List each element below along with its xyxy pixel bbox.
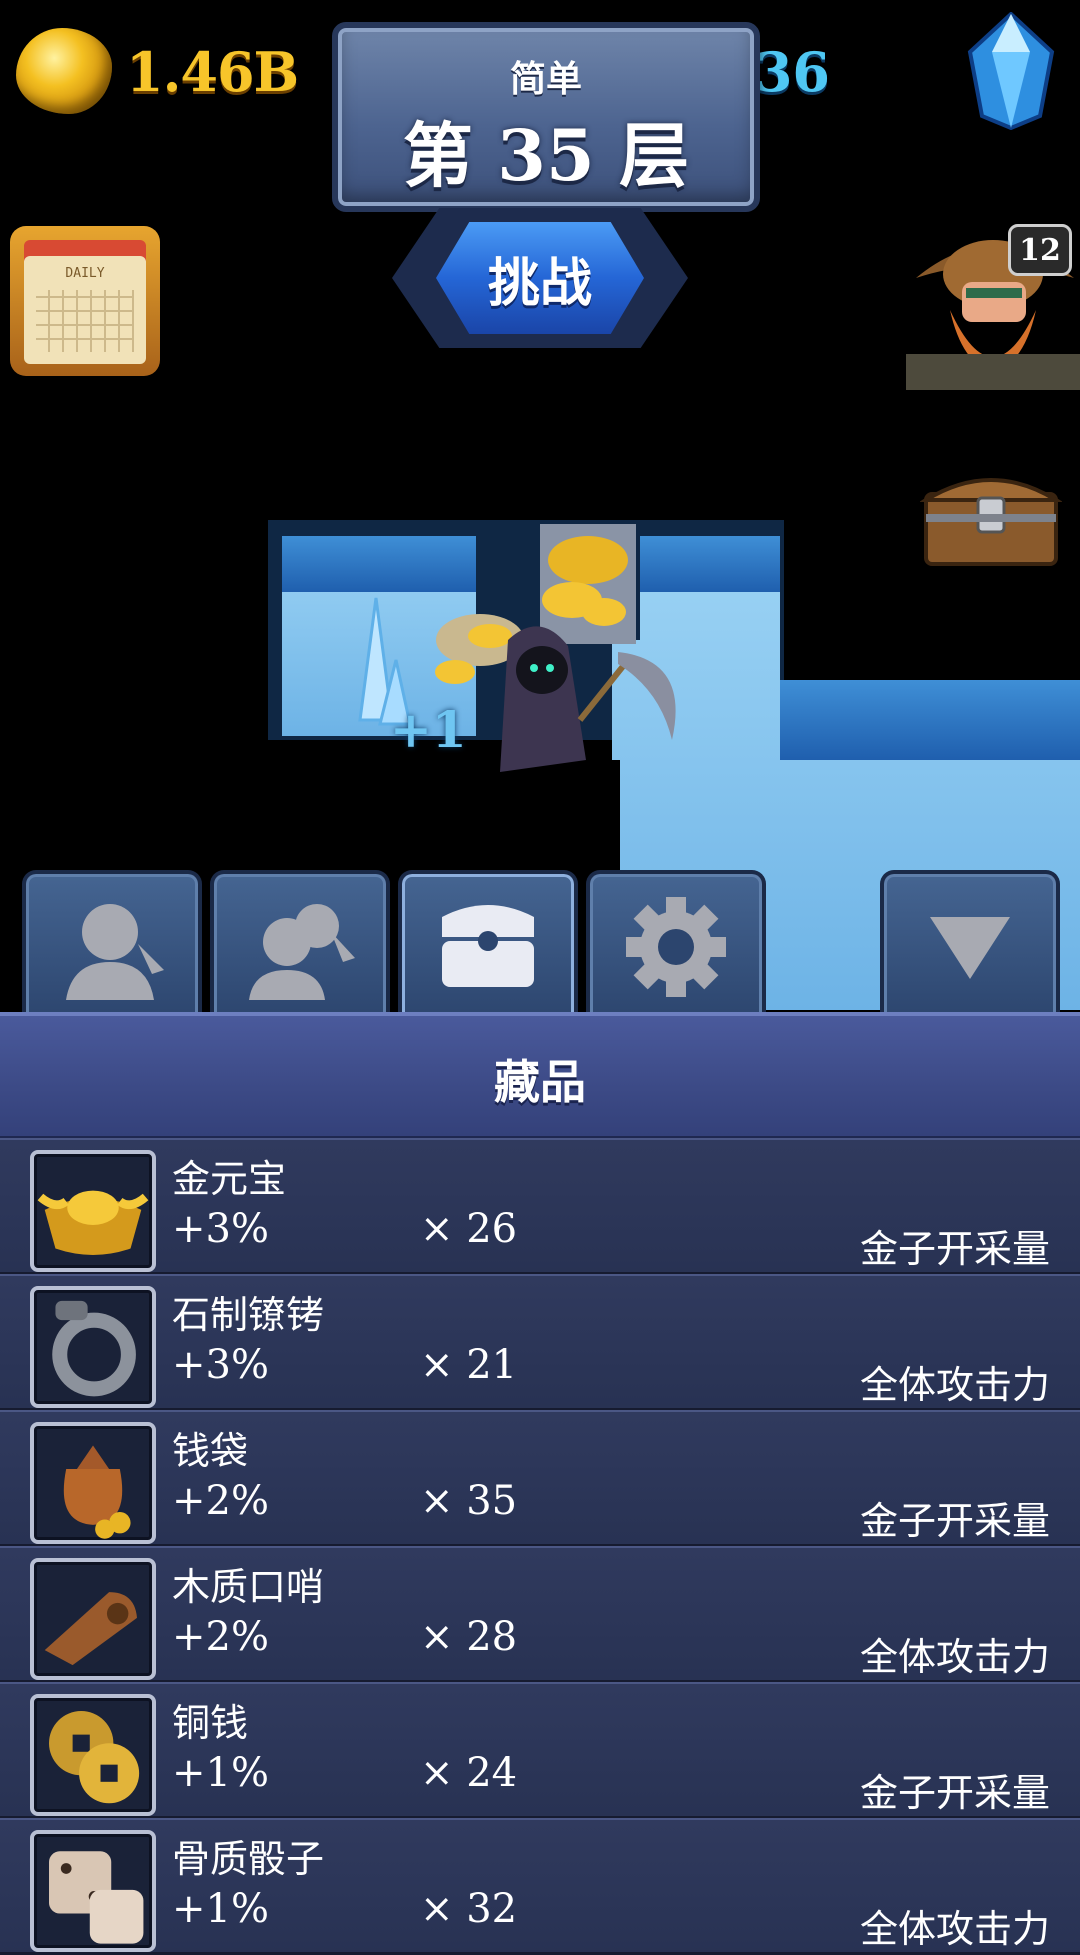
list-item[interactable]: 骨质骰子 +1% × 32 全体攻击力 xyxy=(0,1818,1080,1955)
item-count: × 26 xyxy=(420,1206,518,1252)
tab-settings[interactable] xyxy=(586,870,766,1020)
treasure-chest-icon[interactable] xyxy=(920,464,1062,568)
tab-collection[interactable] xyxy=(398,870,578,1020)
item-name: 骨质骰子 xyxy=(172,1837,325,1881)
triangle-down-icon xyxy=(930,917,1010,979)
calendar-icon: DAILY xyxy=(24,256,146,364)
tab-collapse[interactable] xyxy=(880,870,1060,1020)
item-name: 铜钱 xyxy=(172,1701,249,1745)
item-name: 石制镣铐 xyxy=(172,1293,325,1337)
item-bonus: +3% xyxy=(172,1206,269,1252)
list-item[interactable]: 铜钱 +1% × 24 金子开采量 xyxy=(0,1682,1080,1819)
whistle-icon xyxy=(30,1558,156,1680)
calendar-label: DAILY xyxy=(65,266,105,281)
list-item[interactable]: 木质口哨 +2% × 28 全体攻击力 xyxy=(0,1546,1080,1683)
item-effect: 金子开采量 xyxy=(859,1227,1050,1271)
difficulty-label: 简单 xyxy=(509,59,582,100)
challenge-button[interactable]: 挑战 xyxy=(392,208,688,348)
floor-title: 第 35 层 xyxy=(402,114,690,197)
item-effect: 金子开采量 xyxy=(859,1499,1050,1543)
item-effect: 全体攻击力 xyxy=(859,1635,1050,1679)
gold-amount: 1.46B xyxy=(126,40,299,104)
daily-calendar-button[interactable]: DAILY xyxy=(10,226,160,376)
single-person-icon xyxy=(66,904,164,1000)
copper-coin-icon xyxy=(30,1694,156,1816)
item-count: × 28 xyxy=(420,1614,518,1660)
hero-level-badge: 12 xyxy=(1008,224,1072,276)
list-item[interactable]: 钱袋 +2% × 35 金子开采量 xyxy=(0,1410,1080,1547)
shackle-icon xyxy=(30,1286,156,1408)
collection-panel-header: 藏品 xyxy=(0,1012,1080,1142)
item-bonus: +3% xyxy=(172,1342,269,1388)
item-count: × 32 xyxy=(420,1886,518,1932)
item-bonus: +1% xyxy=(172,1886,269,1932)
two-people-icon xyxy=(249,904,355,1000)
item-count: × 35 xyxy=(420,1478,518,1524)
blue-gem-icon xyxy=(967,12,1055,130)
item-bonus: +2% xyxy=(172,1478,269,1524)
reward-popup-text: +1 xyxy=(390,700,467,759)
item-name: 钱袋 xyxy=(172,1429,249,1473)
gear-icon xyxy=(626,897,726,997)
item-effect: 金子开采量 xyxy=(859,1771,1050,1815)
floor-plaque: 简单 第 35 层 xyxy=(332,22,760,212)
item-bonus: +2% xyxy=(172,1614,269,1660)
chest-icon xyxy=(442,905,534,987)
list-item[interactable]: 石制镣铐 +3% × 21 全体攻击力 xyxy=(0,1274,1080,1411)
item-effect: 全体攻击力 xyxy=(859,1363,1050,1407)
tab-team[interactable] xyxy=(210,870,390,1020)
item-count: × 21 xyxy=(420,1342,518,1388)
tab-hero[interactable] xyxy=(22,870,202,1020)
item-name: 木质口哨 xyxy=(172,1565,325,1609)
dice-icon xyxy=(30,1830,156,1952)
panel-title: 藏品 xyxy=(494,1055,586,1109)
item-name: 金元宝 xyxy=(172,1157,287,1201)
item-effect: 全体攻击力 xyxy=(859,1907,1050,1951)
money-bag-icon xyxy=(30,1422,156,1544)
collection-list[interactable]: 金元宝 +3% × 26 金子开采量 石制镣铐 +3% × 21 全体攻击力 钱… xyxy=(0,1138,1080,1955)
item-bonus: +1% xyxy=(172,1750,269,1796)
gold-nugget-icon xyxy=(16,28,112,114)
gold-ingot-icon xyxy=(30,1150,156,1272)
challenge-label: 挑战 xyxy=(487,253,592,314)
list-item[interactable]: 金元宝 +3% × 26 金子开采量 xyxy=(0,1138,1080,1275)
item-count: × 24 xyxy=(420,1750,518,1796)
